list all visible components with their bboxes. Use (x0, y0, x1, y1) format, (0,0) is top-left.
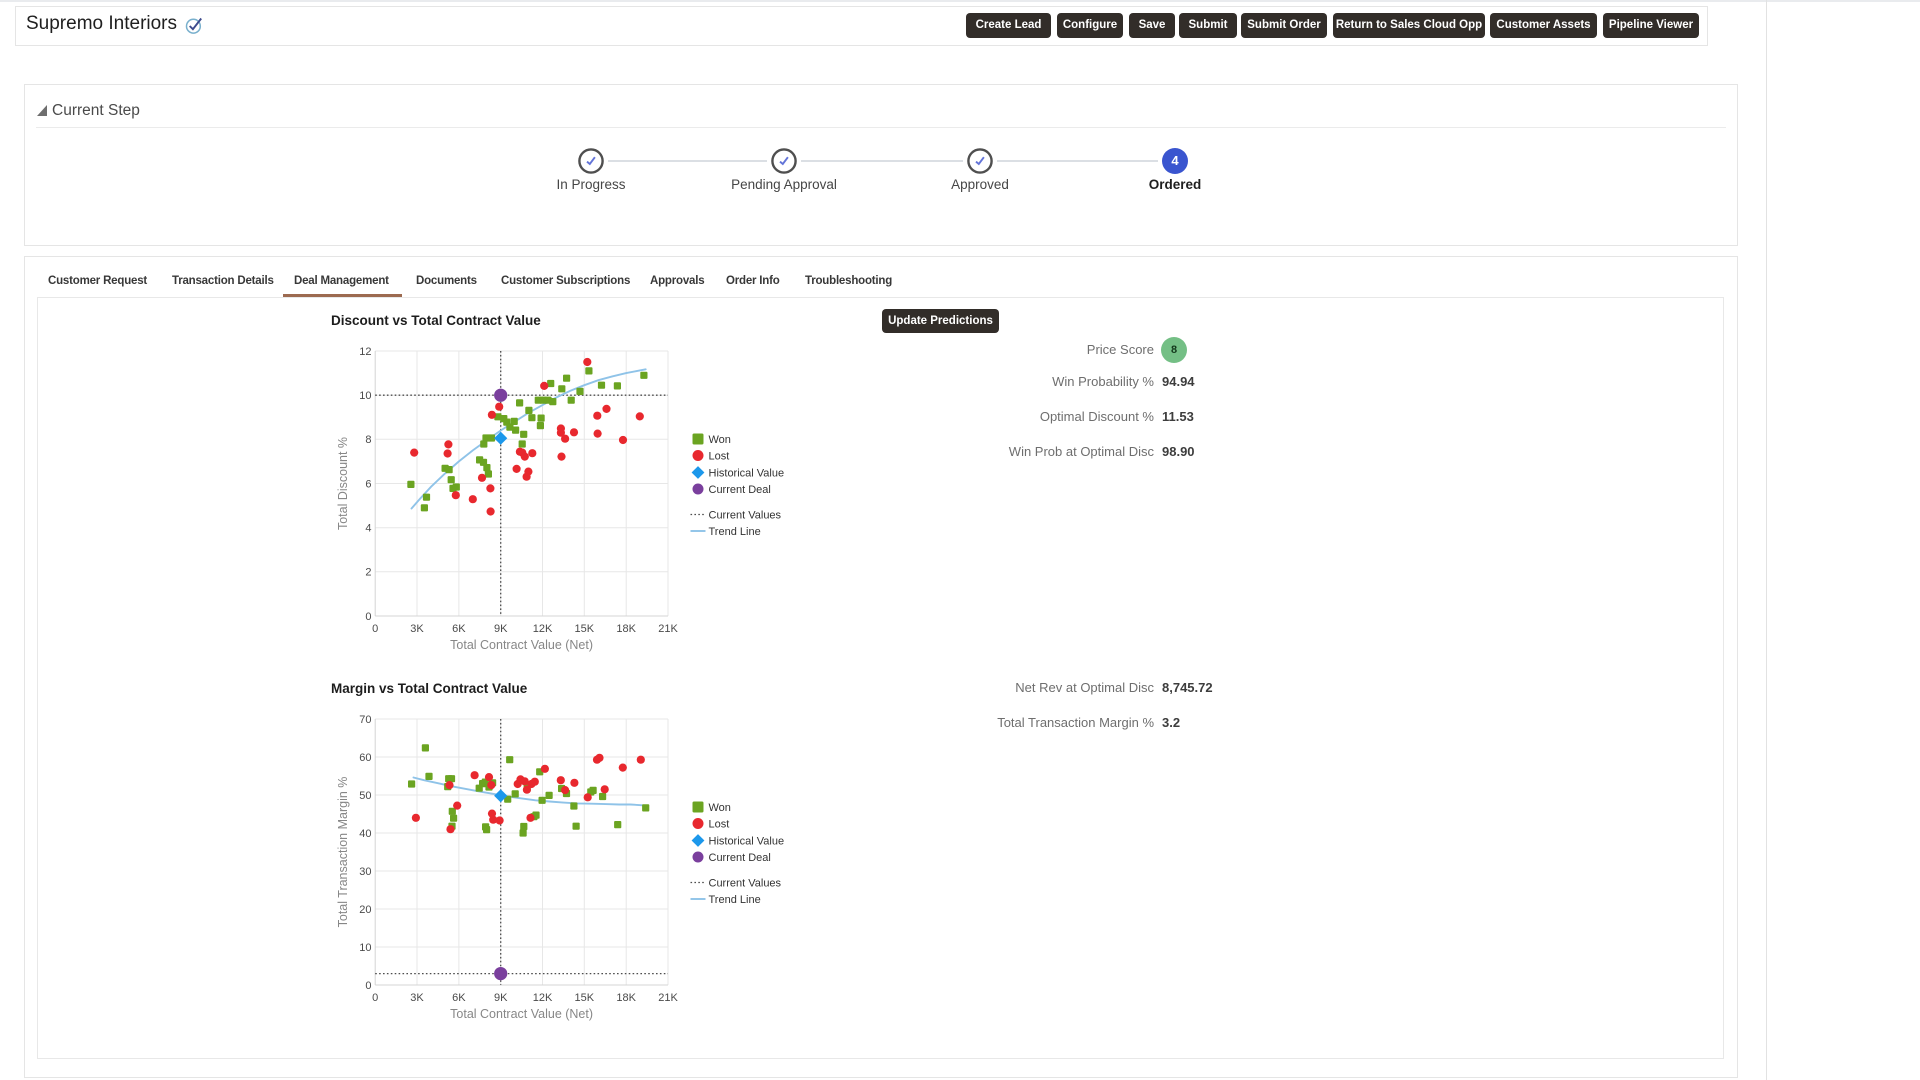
svg-text:Discount vs Total Contract Val: Discount vs Total Contract Value (331, 313, 541, 328)
svg-text:2: 2 (365, 567, 371, 579)
svg-text:40: 40 (359, 828, 371, 840)
svg-text:Won: Won (709, 434, 731, 446)
svg-text:3K: 3K (410, 992, 424, 1004)
svg-text:6K: 6K (452, 992, 466, 1004)
svg-text:Current Deal: Current Deal (709, 484, 771, 496)
svg-text:15K: 15K (575, 623, 595, 635)
svg-text:18K: 18K (616, 623, 636, 635)
svg-text:10: 10 (359, 390, 371, 402)
svg-text:12K: 12K (533, 992, 553, 1004)
svg-text:12: 12 (359, 346, 371, 358)
svg-text:Total Transaction Margin %: Total Transaction Margin % (336, 777, 350, 928)
svg-text:4: 4 (365, 523, 371, 535)
svg-text:6K: 6K (452, 623, 466, 635)
svg-text:Margin vs Total Contract Value: Margin vs Total Contract Value (331, 681, 528, 696)
svg-text:8: 8 (365, 434, 371, 446)
svg-text:10: 10 (359, 942, 371, 954)
svg-text:Lost: Lost (709, 819, 730, 831)
svg-text:Won: Won (709, 802, 731, 814)
svg-text:Trend Line: Trend Line (709, 526, 761, 538)
svg-text:12K: 12K (533, 623, 553, 635)
svg-text:Current Values: Current Values (709, 510, 782, 522)
svg-text:Total Contract Value (Net): Total Contract Value (Net) (450, 1007, 593, 1021)
svg-text:Historical Value: Historical Value (709, 468, 785, 480)
svg-text:9K: 9K (494, 992, 508, 1004)
svg-text:3K: 3K (410, 623, 424, 635)
svg-text:21K: 21K (658, 623, 678, 635)
svg-text:Historical Value: Historical Value (709, 836, 785, 848)
svg-text:6: 6 (365, 478, 371, 490)
svg-text:60: 60 (359, 752, 371, 764)
svg-text:15K: 15K (575, 992, 595, 1004)
svg-text:70: 70 (359, 714, 371, 726)
svg-text:30: 30 (359, 866, 371, 878)
svg-text:Current Values: Current Values (709, 878, 782, 890)
svg-text:0: 0 (372, 992, 378, 1004)
svg-text:0: 0 (365, 611, 371, 623)
svg-text:18K: 18K (616, 992, 636, 1004)
svg-text:50: 50 (359, 790, 371, 802)
svg-text:20: 20 (359, 904, 371, 916)
svg-text:Total Discount %: Total Discount % (336, 437, 350, 530)
svg-text:Total Contract Value (Net): Total Contract Value (Net) (450, 638, 593, 652)
svg-text:Current Deal: Current Deal (709, 852, 771, 864)
svg-text:0: 0 (372, 623, 378, 635)
svg-text:0: 0 (365, 980, 371, 992)
svg-text:21K: 21K (658, 992, 678, 1004)
svg-text:Lost: Lost (709, 451, 730, 463)
svg-text:Trend Line: Trend Line (709, 894, 761, 906)
svg-text:9K: 9K (494, 623, 508, 635)
